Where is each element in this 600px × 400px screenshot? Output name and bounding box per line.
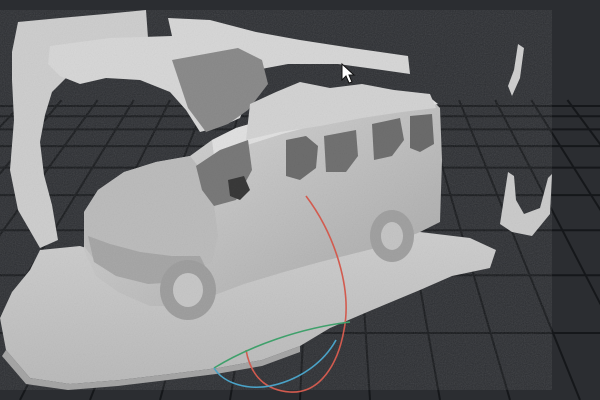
- mesh-floating-strip: [500, 172, 552, 236]
- mesh-rear-wheel-hub: [381, 222, 403, 250]
- mesh-front-wheel-hub: [173, 273, 203, 307]
- mesh-floating-strip: [508, 44, 524, 96]
- 3d-viewport[interactable]: [0, 0, 600, 400]
- viewport-canvas[interactable]: [0, 0, 600, 400]
- mouse-pointer-icon: [341, 62, 356, 84]
